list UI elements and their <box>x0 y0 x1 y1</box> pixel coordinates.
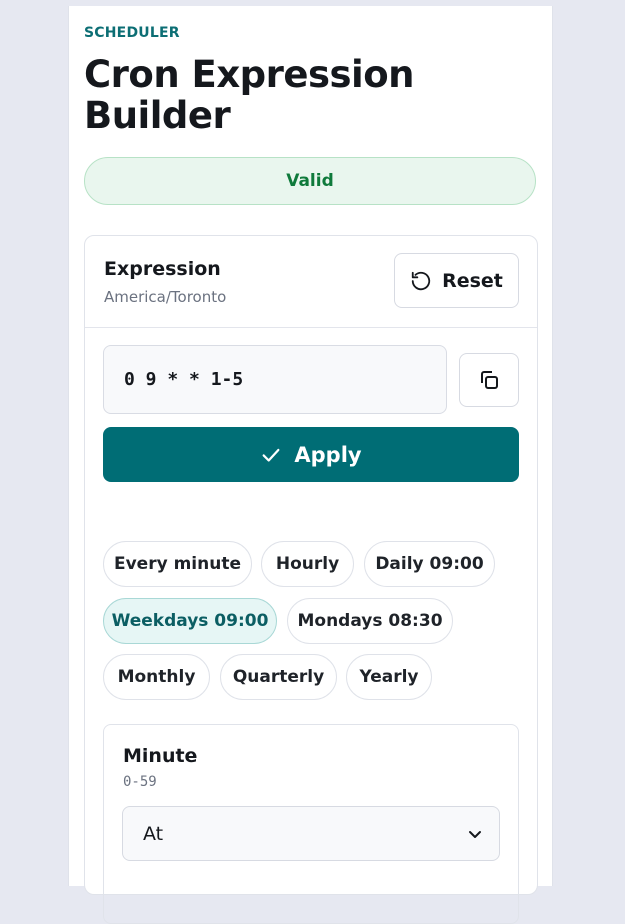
copy-icon <box>481 371 498 389</box>
expression-card: Expression America/Toronto Reset Apply <box>84 235 538 924</box>
preset-every-minute[interactable]: Every minute <box>103 541 252 587</box>
preset-hourly[interactable]: Hourly <box>261 541 354 587</box>
validation-status-badge: Valid <box>84 157 536 205</box>
page-title: Cron Expression Builder <box>84 53 415 137</box>
preset-daily-0900[interactable]: Daily 09:00 <box>364 541 495 587</box>
check-icon <box>262 448 280 462</box>
minute-mode-select[interactable]: At <box>122 806 500 861</box>
minute-field-range: 0-59 <box>123 774 157 790</box>
preset-mondays-0830[interactable]: Mondays 08:30 <box>287 598 453 644</box>
reset-button-label: Reset <box>442 269 503 292</box>
apply-button-label: Apply <box>294 442 362 467</box>
preset-weekdays-0900[interactable]: Weekdays 09:00 <box>103 598 277 644</box>
preset-yearly[interactable]: Yearly <box>346 654 432 700</box>
minute-field-title: Minute <box>123 745 198 767</box>
section-eyebrow: SCHEDULER <box>84 25 180 41</box>
expression-title: Expression <box>104 258 221 280</box>
chevron-down-icon <box>469 830 481 838</box>
expression-card-header: Expression America/Toronto Reset <box>85 236 537 328</box>
apply-button[interactable]: Apply <box>103 427 519 482</box>
preset-quarterly[interactable]: Quarterly <box>220 654 337 700</box>
minute-field-card: Minute 0-59 At <box>103 724 519 924</box>
reset-button[interactable]: Reset <box>394 253 519 308</box>
timezone-label: America/Toronto <box>104 288 227 306</box>
minute-mode-selected-value: At <box>143 822 164 845</box>
preset-monthly[interactable]: Monthly <box>103 654 210 700</box>
page: SCHEDULER Cron Expression Builder Valid … <box>68 6 553 924</box>
cron-expression-input[interactable] <box>103 345 447 414</box>
rotate-ccw-icon <box>411 271 431 290</box>
copy-button[interactable] <box>459 353 519 407</box>
